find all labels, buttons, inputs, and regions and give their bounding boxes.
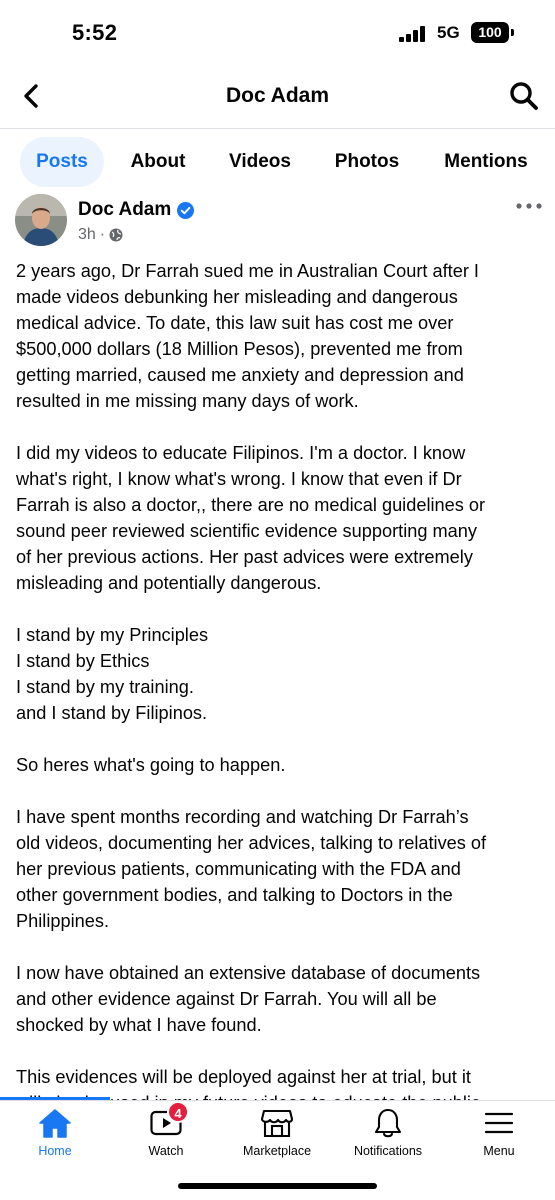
- avatar-image: [15, 194, 67, 246]
- search-button[interactable]: [506, 78, 542, 114]
- watch-badge: 4: [167, 1101, 189, 1123]
- status-time: 5:52: [72, 20, 118, 45]
- post-paragraph: I stand by my Principles I stand by Ethic…: [16, 622, 544, 726]
- post-text-line: getting married, caused me anxiety and d…: [16, 365, 464, 385]
- post-text-line: I have spent months recording and watchi…: [16, 807, 469, 827]
- post-paragraph: 2 years ago, Dr Farrah sued me in Austra…: [16, 258, 544, 414]
- nav-home[interactable]: Home: [0, 1107, 110, 1163]
- post-text-line: old videos, documenting her advices, tal…: [16, 833, 487, 853]
- post-time[interactable]: 3h: [78, 226, 96, 244]
- post-text-line: sound peer reviewed scientific evidence …: [16, 521, 478, 541]
- search-icon: [510, 82, 538, 110]
- profile-tabs: Posts About Videos Photos Mentions: [0, 137, 555, 187]
- post-paragraph: I have spent months recording and watchi…: [16, 804, 544, 934]
- page-header: Doc Adam: [0, 66, 555, 128]
- more-options-button[interactable]: [514, 196, 544, 216]
- post-paragraph: I now have obtained an extensive databas…: [16, 960, 544, 1038]
- post-text-line: Farrah is also a doctor,, there are no m…: [16, 495, 486, 515]
- post-text-line: I stand by my Principles: [16, 625, 209, 645]
- post-text-line: her previous patients, communicating wit…: [16, 859, 461, 879]
- tab-posts[interactable]: Posts: [20, 137, 104, 187]
- post-text-line: and other evidence against Dr Farrah. Yo…: [16, 989, 437, 1009]
- tab-photos[interactable]: Photos: [322, 137, 412, 187]
- tab-mentions[interactable]: Mentions: [434, 137, 538, 187]
- battery-icon: 100: [471, 22, 509, 43]
- nav-watch[interactable]: 4 Watch: [111, 1101, 221, 1163]
- status-bar: 5:52 5G 100: [0, 0, 555, 66]
- post-author[interactable]: Doc Adam: [78, 199, 195, 221]
- post-text-line: of her previous actions. Her past advice…: [16, 547, 473, 567]
- post-text-line: 2 years ago, Dr Farrah sued me in Austra…: [16, 261, 479, 281]
- post-text-line: resulted in me missing many days of work…: [16, 391, 359, 411]
- page-title: Doc Adam: [225, 84, 330, 107]
- nav-menu[interactable]: Menu: [444, 1107, 554, 1163]
- post-text-line: I now have obtained an extensive databas…: [16, 963, 481, 983]
- post-body: 2 years ago, Dr Farrah sued me in Austra…: [16, 258, 544, 1142]
- bell-icon: [374, 1108, 402, 1138]
- post-text-line: and I stand by Filipinos.: [16, 703, 208, 723]
- post-text-line: So heres what's going to happen.: [16, 755, 286, 775]
- post-text-line: shocked by what I have found.: [16, 1015, 262, 1035]
- nav-home-label: Home: [38, 1144, 72, 1158]
- post-text-line: I stand by my training.: [16, 677, 194, 697]
- header-divider: [0, 128, 555, 129]
- post-text-line: $500,000 dollars (18 Million Pesos), pre…: [16, 339, 463, 359]
- post-text-line: other government bodies, and talking to …: [16, 885, 453, 905]
- tab-videos[interactable]: Videos: [216, 137, 304, 187]
- network-type: 5G: [437, 23, 460, 42]
- post-text-line: This evidences will be deployed against …: [16, 1067, 471, 1087]
- post-text-line: made videos debunking her misleading and…: [16, 287, 458, 307]
- meta-separator: ·: [99, 226, 106, 243]
- menu-icon: [484, 1112, 514, 1134]
- post-paragraph: I did my videos to educate Filipinos. I'…: [16, 440, 544, 596]
- post-text-line: misleading and potentially dangerous.: [16, 573, 322, 593]
- post-meta: 3h ·: [78, 226, 123, 244]
- globe-icon: [109, 228, 123, 242]
- more-horizontal-icon: [516, 203, 542, 209]
- battery-nub: [511, 29, 514, 36]
- post-text-line: I did my videos to educate Filipinos. I'…: [16, 443, 466, 463]
- nav-menu-label: Menu: [483, 1144, 515, 1158]
- marketplace-icon: [260, 1109, 294, 1138]
- nav-notifications-label: Notifications: [353, 1144, 423, 1158]
- avatar[interactable]: [15, 194, 67, 246]
- cellular-signal-icon: [399, 26, 429, 42]
- nav-marketplace[interactable]: Marketplace: [222, 1107, 332, 1163]
- verified-badge-icon: [177, 201, 195, 219]
- post-text-line: medical advice. To date, this law suit h…: [16, 313, 454, 333]
- home-indicator: [178, 1183, 377, 1189]
- author-name: Doc Adam: [78, 199, 172, 220]
- tab-about[interactable]: About: [118, 137, 198, 187]
- post-text-line: Philippines.: [16, 911, 110, 931]
- home-icon: [39, 1109, 71, 1138]
- nav-marketplace-label: Marketplace: [242, 1144, 312, 1158]
- post-text-line: what's right, I know what's wrong. I kno…: [16, 469, 462, 489]
- nav-watch-label: Watch: [148, 1144, 184, 1158]
- nav-notifications[interactable]: Notifications: [333, 1107, 443, 1163]
- post-text-line: I stand by Ethics: [16, 651, 150, 671]
- post-paragraph: So heres what's going to happen.: [16, 752, 544, 778]
